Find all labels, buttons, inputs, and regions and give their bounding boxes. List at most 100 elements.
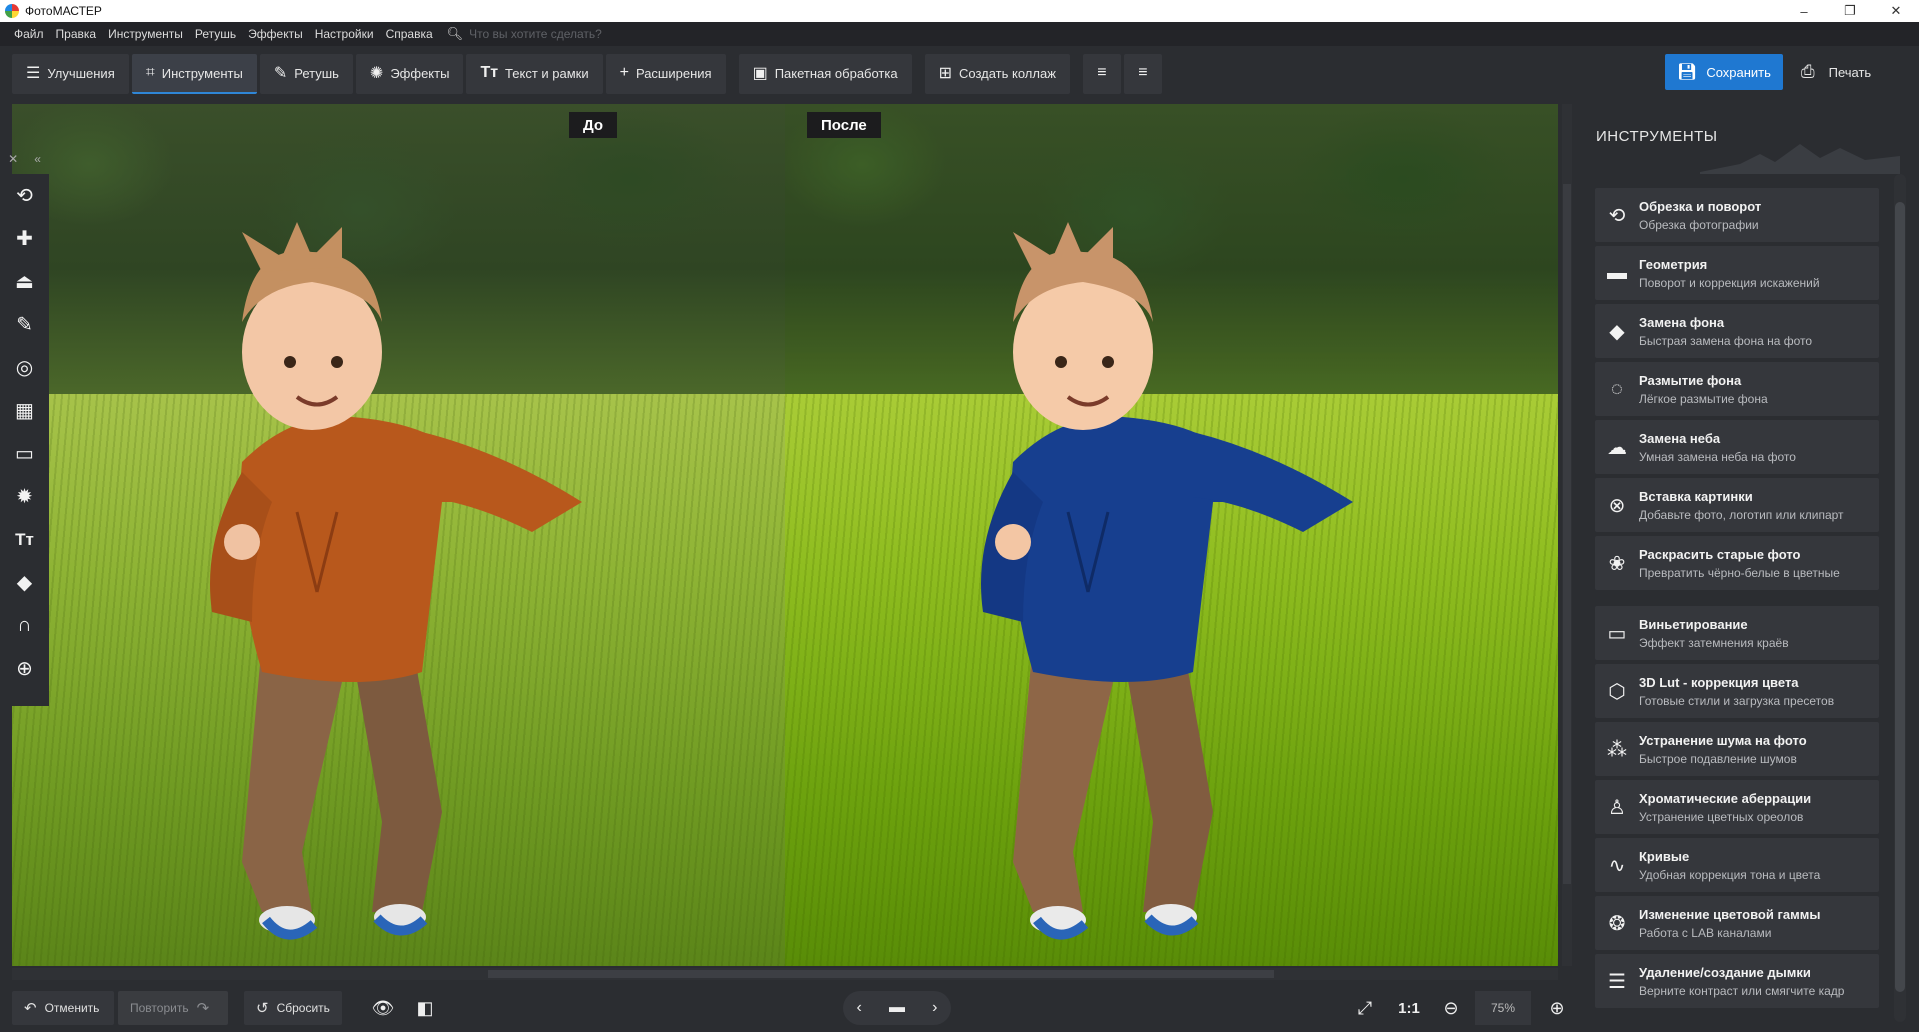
radial-filter-icon[interactable]: ◎	[0, 346, 49, 389]
add-to-queue-button[interactable]: ≡	[1082, 54, 1121, 94]
tool-color-gamut[interactable]: ❂ Изменение цветовой гаммы Работа с LAB к…	[1595, 896, 1879, 950]
menu-settings[interactable]: Настройки	[309, 27, 380, 41]
tool-insert-image[interactable]: ⊗ Вставка картинки Добавьте фото, логотип…	[1595, 478, 1879, 532]
tool-curves[interactable]: ∿ Кривые Удобная коррекция тона и цвета	[1595, 838, 1879, 892]
maximize-button[interactable]: ❐	[1827, 0, 1873, 22]
zoom-level-field[interactable]: 75%	[1475, 991, 1531, 1025]
collapse-strip-icon[interactable]: «	[34, 152, 41, 172]
tab-text-frames[interactable]: Tт Текст и рамки	[466, 54, 603, 94]
main-toolbar: ☰ Улучшения ⌗ Инструменты ✎ Ретушь ✺ Эфф…	[0, 46, 1919, 102]
tab-extensions[interactable]: + Расширения	[605, 54, 726, 94]
undo-button[interactable]: ↶ Отменить	[12, 991, 114, 1025]
gradient-filter-icon[interactable]: ▦	[0, 389, 49, 432]
menu-edit[interactable]: Правка	[50, 27, 103, 41]
tool-title: Хроматические аберрации	[1639, 790, 1812, 806]
minimize-button[interactable]: –	[1781, 0, 1827, 22]
brush-icon[interactable]: ✎	[0, 303, 49, 346]
tool-subtitle: Добавьте фото, логотип или клипарт	[1639, 507, 1844, 522]
folder-icon[interactable]: ▬	[889, 999, 905, 1017]
tool-subtitle: Лёгкое размытие фона	[1639, 391, 1768, 406]
tool-vignette[interactable]: ▭ Виньетирование Эффект затемнения краёв	[1595, 606, 1879, 660]
tool-background-replace[interactable]: ◆ Замена фона Быстрая замена фона на фото	[1595, 304, 1879, 358]
close-button[interactable]: ✕	[1873, 0, 1919, 22]
plus-icon: +	[619, 64, 629, 81]
next-image-icon[interactable]: ›	[932, 999, 937, 1017]
menu-tools[interactable]: Инструменты	[102, 27, 189, 41]
before-label: До	[569, 112, 618, 138]
queue-settings-button[interactable]: ≡	[1123, 54, 1162, 94]
after-label: После	[807, 112, 881, 138]
canvas-horizontal-scrollbar[interactable]	[12, 968, 1558, 980]
tool-title: Устранение шума на фото	[1639, 732, 1807, 748]
redo-button[interactable]: Повторить ↷	[118, 991, 228, 1025]
tool-background-blur[interactable]: ◌ Размытие фона Лёгкое размытие фона	[1595, 362, 1879, 416]
patch-icon[interactable]: ✚	[0, 217, 49, 260]
fit-to-screen-icon[interactable]: ⤢	[1350, 991, 1380, 1025]
magnet-icon[interactable]: ∩	[0, 604, 49, 647]
tool-subtitle: Эффект затемнения краёв	[1639, 635, 1789, 650]
reset-button[interactable]: ↺ Сбросить	[244, 991, 342, 1025]
print-label: Печать	[1828, 64, 1872, 80]
child-figure-after	[981, 222, 1353, 940]
create-collage-button[interactable]: ⊞ Создать коллаж	[924, 54, 1070, 94]
tool-title: 3D Lut - коррекция цвета	[1639, 674, 1799, 690]
tool-title: Виньетирование	[1639, 616, 1748, 632]
scroll-thumb[interactable]	[488, 970, 1274, 978]
tab-enhancements[interactable]: ☰ Улучшения	[12, 54, 129, 94]
save-label: Сохранить	[1706, 64, 1771, 80]
menu-effects[interactable]: Эффекты	[242, 27, 309, 41]
zoom-in-icon[interactable]: ⊕	[1542, 991, 1572, 1025]
text-icon[interactable]: Tт	[0, 518, 49, 561]
brush-icon: ✎	[273, 65, 288, 82]
batch-processing-button[interactable]: ▣ Пакетная обработка	[738, 54, 912, 94]
app-title: ФотоМАСТЕР	[25, 4, 102, 18]
search-icon: 🔍︎	[446, 26, 464, 41]
tool-denoise[interactable]: ⁂ Устранение шума на фото Быстрое подавле…	[1595, 722, 1879, 776]
tool-colorize[interactable]: ❀ Раскрасить старые фото Превратить чёрно…	[1595, 536, 1879, 590]
menu-file[interactable]: Файл	[8, 27, 50, 41]
crop-rotate-icon[interactable]: ⟲	[0, 174, 49, 217]
aperture-icon: ❂	[1608, 912, 1626, 935]
photo-before: До	[12, 104, 785, 966]
close-strip-icon[interactable]: ✕	[8, 152, 18, 172]
tab-label: Текст и рамки	[505, 65, 589, 81]
search-input[interactable]	[469, 27, 690, 41]
tool-chromatic-aberration[interactable]: ♙ Хроматические аберрации Устранение цвет…	[1595, 780, 1879, 834]
tool-3d-lut[interactable]: ⬡ 3D Lut - коррекция цвета Готовые стили …	[1595, 664, 1879, 718]
canvas-vertical-scrollbar[interactable]	[1562, 104, 1572, 966]
vignette-icon[interactable]: ▭	[0, 432, 49, 475]
save-button[interactable]: 💾︎ Сохранить	[1665, 54, 1783, 90]
tool-subtitle: Превратить чёрно-белые в цветные	[1639, 565, 1840, 580]
compare-split-icon[interactable]: ◧	[410, 991, 440, 1025]
print-button[interactable]: ⎙ Печать	[1795, 54, 1903, 90]
photo-canvas[interactable]: До После	[12, 104, 1558, 966]
actual-size-button[interactable]: 1:1	[1394, 991, 1424, 1025]
zoom-out-icon[interactable]: ⊖	[1436, 991, 1466, 1025]
scroll-thumb[interactable]	[1563, 184, 1571, 884]
tools-panel: ИНСТРУМЕНТЫ ⟲ Обрезка и поворот Обрезка ф…	[1580, 104, 1919, 1032]
preview-eye-icon[interactable]: 👁︎	[368, 991, 398, 1025]
scroll-thumb[interactable]	[1895, 202, 1905, 992]
tool-subtitle: Обрезка фотографии	[1639, 217, 1759, 232]
light-icon[interactable]: ✹	[0, 475, 49, 518]
fill-bucket-icon[interactable]: ◆	[0, 561, 49, 604]
menu-retouch[interactable]: Ретушь	[189, 27, 242, 41]
reset-icon: ↺	[256, 1000, 269, 1017]
tool-crop-rotate[interactable]: ⟲ Обрезка и поворот Обрезка фотографии	[1595, 188, 1879, 242]
tab-retouch[interactable]: ✎ Ретушь	[259, 54, 353, 94]
tool-title: Вставка картинки	[1639, 488, 1753, 504]
tool-sky-replace[interactable]: ☁ Замена неба Умная замена неба на фото	[1595, 420, 1879, 474]
tools-list: ⟲ Обрезка и поворот Обрезка фотографии ▬ …	[1595, 188, 1879, 1012]
previous-image-icon[interactable]: ‹	[857, 999, 862, 1017]
tool-title: Раскрасить старые фото	[1639, 546, 1801, 562]
balloon-icon[interactable]: ⊕	[0, 647, 49, 690]
menu-help[interactable]: Справка	[380, 27, 439, 41]
tab-tools[interactable]: ⌗ Инструменты	[131, 54, 257, 94]
tool-dehaze[interactable]: ☰ Удаление/создание дымки Верните контрас…	[1595, 954, 1879, 1008]
tab-effects[interactable]: ✺ Эффекты	[355, 54, 464, 94]
tools-panel-scrollbar[interactable]	[1890, 174, 1910, 1022]
tool-geometry[interactable]: ▬ Геометрия Поворот и коррекция искажений	[1595, 246, 1879, 300]
cloud-icon: ☁	[1607, 436, 1627, 459]
image-navigation: ‹ ▬ ›	[843, 991, 951, 1025]
stamp-icon[interactable]: ⏏	[0, 260, 49, 303]
